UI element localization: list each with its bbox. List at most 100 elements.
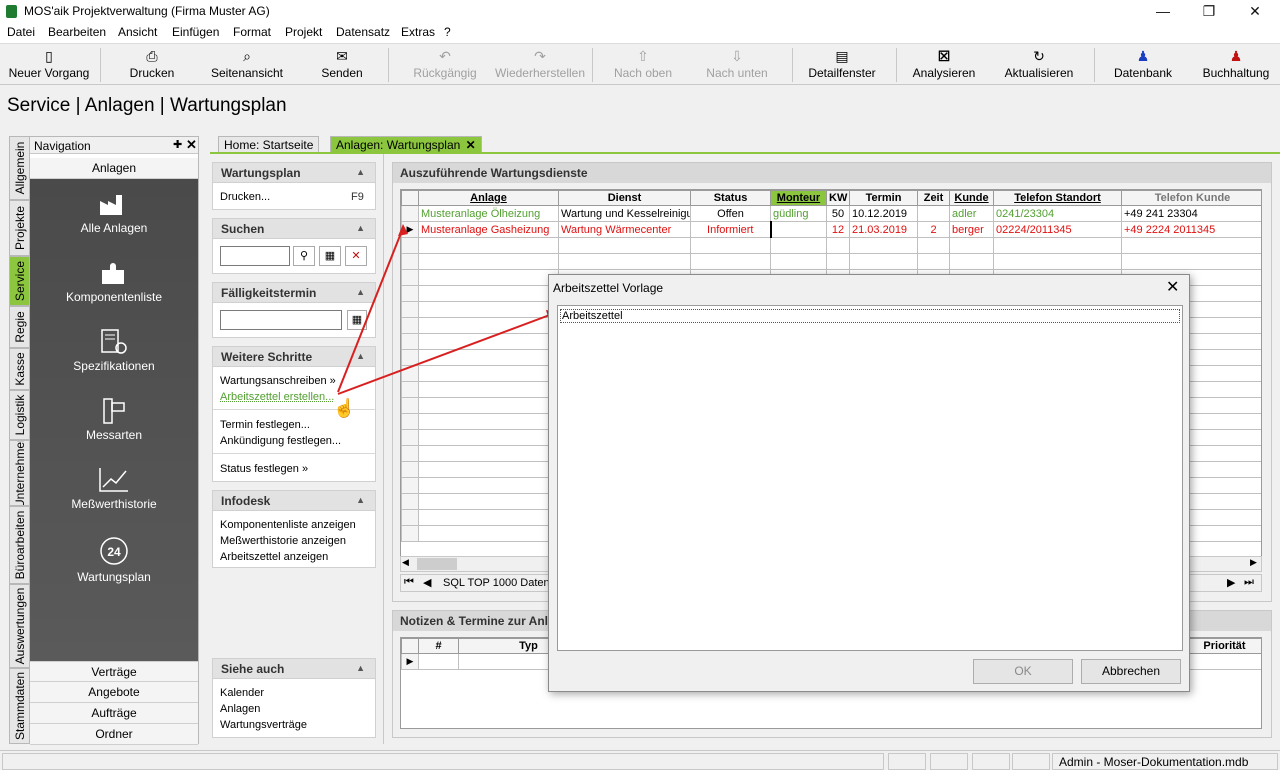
nav-category-anlagen[interactable]: Anlagen <box>30 158 198 179</box>
seitenansicht-button[interactable]: ⌕ Seitenansicht <box>200 44 294 85</box>
close-icon[interactable]: ✕ <box>186 137 197 153</box>
pin-icon[interactable]: ✚ <box>173 138 182 151</box>
cell-termin[interactable]: 10.12.2019 <box>849 205 918 222</box>
vtab-allgemein[interactable]: Allgemein <box>9 136 29 200</box>
due-date-input[interactable] <box>220 310 342 330</box>
vtab-stammdaten[interactable]: Stammdaten <box>9 668 29 744</box>
nav-item-spezifikationen[interactable]: Spezifikationen <box>30 329 198 395</box>
first-record-icon[interactable]: ⏮ <box>404 576 414 589</box>
collapse-icon[interactable]: ▲ <box>356 167 365 177</box>
menu-ansicht[interactable]: Ansicht <box>118 25 157 39</box>
cell-dienst[interactable]: Wartung und Kesselreinigung <box>558 205 691 222</box>
nav-item-komponentenliste[interactable]: Komponentenliste <box>30 260 198 326</box>
nach-oben-button[interactable]: ⇧ Nach oben <box>604 44 682 85</box>
drucken-button[interactable]: ⎙ Drucken <box>112 44 192 85</box>
cell-telefon-standort[interactable]: 02224/2011345 <box>993 221 1122 238</box>
cell-zeit[interactable] <box>917 205 950 222</box>
collapse-icon[interactable]: ▲ <box>356 287 365 297</box>
table-row[interactable]: ▶ Musteranlage Gasheizung Wartung Wärmec… <box>401 221 1261 238</box>
buchhaltung-button[interactable]: ♟ Buchhaltung <box>1196 44 1276 85</box>
vtab-kasse[interactable]: Kasse <box>9 348 29 390</box>
aktualisieren-button[interactable]: ↻ Aktualisieren <box>998 44 1080 85</box>
cell-termin[interactable]: 21.03.2019 <box>849 221 918 238</box>
drucken-link[interactable]: Drucken... <box>220 191 270 203</box>
cell-status[interactable]: Informiert <box>690 221 771 238</box>
row-selector-current-icon[interactable]: ▶ <box>401 653 419 670</box>
arbeitszettel-erstellen-link[interactable]: Arbeitszettel erstellen... <box>220 391 334 403</box>
last-record-icon[interactable]: ⏭ <box>1244 576 1254 589</box>
abbrechen-button[interactable]: Abbrechen <box>1081 659 1181 684</box>
cell-kunde[interactable]: adler <box>949 205 994 222</box>
nav-item-messwerthistorie[interactable]: Meßwerthistorie <box>30 467 198 533</box>
next-record-icon[interactable]: ▶ <box>1227 576 1235 589</box>
cell-anlage[interactable]: Musteranlage Ölheizung <box>418 205 559 222</box>
task-header[interactable]: Siehe auch ▲ <box>213 659 375 679</box>
neuer-vorgang-button[interactable]: ▯ Neuer Vorgang <box>2 44 96 85</box>
nav-category-angebote[interactable]: Angebote <box>30 682 198 703</box>
cell-anlage[interactable]: Musteranlage Gasheizung <box>418 221 559 238</box>
task-header[interactable]: Fälligkeitstermin ▲ <box>213 283 375 303</box>
scroll-right-icon[interactable]: ▶ <box>1250 557 1257 568</box>
cell-telefon-kunde[interactable]: +49 2224 2011345 <box>1121 221 1261 238</box>
cell-kunde[interactable]: berger <box>949 221 994 238</box>
analysieren-button[interactable]: ☒ Analysieren <box>906 44 982 85</box>
table-row[interactable]: Musteranlage Ölheizung Wartung und Kesse… <box>401 205 1261 222</box>
dialog-close-icon[interactable]: ✕ <box>1166 277 1179 297</box>
scrollbar-thumb[interactable] <box>417 558 457 570</box>
menu-bearbeiten[interactable]: Bearbeiten <box>48 25 106 39</box>
ok-button[interactable]: OK <box>973 659 1073 684</box>
cell-status[interactable]: Offen <box>690 205 771 222</box>
nach-unten-button[interactable]: ⇩ Nach unten <box>698 44 776 85</box>
col-monteur[interactable]: Monteur <box>770 190 827 206</box>
col-telefon-kunde[interactable]: Telefon Kunde <box>1121 190 1261 206</box>
task-header[interactable]: Weitere Schritte ▲ <box>213 347 375 367</box>
vtab-auswertungen[interactable]: Auswertungen <box>9 584 29 668</box>
wiederherstellen-button[interactable]: ↷ Wiederherstellen <box>492 44 588 85</box>
col-number[interactable]: # <box>418 638 459 654</box>
filter-apply-icon[interactable]: ⚲ <box>293 246 315 266</box>
filter-table-icon[interactable]: ▦ <box>319 246 341 266</box>
nav-item-messarten[interactable]: Messarten <box>30 398 198 464</box>
menu-datei[interactable]: Datei <box>7 25 35 39</box>
rueckgaengig-button[interactable]: ↶ Rückgängig <box>402 44 488 85</box>
nav-category-auftraege[interactable]: Aufträge <box>30 703 198 724</box>
row-selector[interactable] <box>401 205 419 222</box>
arbeitszettel-anzeigen-link[interactable]: Arbeitszettel anzeigen <box>220 551 328 563</box>
vtab-unternehmer[interactable]: Unternehmer <box>9 440 29 506</box>
menu-help[interactable]: ? <box>444 25 451 39</box>
task-header[interactable]: Infodesk ▲ <box>213 491 375 511</box>
vtab-logistik[interactable]: Logistik <box>9 390 29 440</box>
nav-category-ordner[interactable]: Ordner <box>30 724 198 745</box>
close-tab-icon[interactable]: ✕ <box>466 138 476 152</box>
vtab-bueroarbeiten[interactable]: Büroarbeiten <box>9 506 29 584</box>
filter-clear-icon[interactable]: ✕ <box>345 246 367 266</box>
task-header[interactable]: Suchen ▲ <box>213 219 375 239</box>
collapse-icon[interactable]: ▲ <box>356 351 365 361</box>
cell-kw[interactable]: 50 <box>826 205 850 222</box>
col-status[interactable]: Status <box>690 190 771 206</box>
kalender-link[interactable]: Kalender <box>220 687 264 699</box>
minimize-button[interactable]: — <box>1140 0 1186 23</box>
search-input[interactable] <box>220 246 290 266</box>
komponentenliste-anzeigen-link[interactable]: Komponentenliste anzeigen <box>220 519 356 531</box>
col-dienst[interactable]: Dienst <box>558 190 691 206</box>
menu-extras[interactable]: Extras <box>401 25 435 39</box>
ankuendigung-festlegen-link[interactable]: Ankündigung festlegen... <box>220 435 341 447</box>
template-list[interactable]: Arbeitszettel <box>557 305 1183 651</box>
vtab-regie[interactable]: Regie <box>9 306 29 348</box>
senden-button[interactable]: ✉ Senden <box>306 44 378 85</box>
col-termin[interactable]: Termin <box>849 190 918 206</box>
calendar-icon[interactable]: ▦ <box>347 310 367 330</box>
maximize-button[interactable]: ❐ <box>1186 0 1232 23</box>
menu-format[interactable]: Format <box>233 25 271 39</box>
cell-monteur[interactable]: güdling <box>770 205 827 222</box>
wartungsvertraege-link[interactable]: Wartungsverträge <box>220 719 307 731</box>
menu-einfuegen[interactable]: Einfügen <box>172 25 219 39</box>
nav-category-vertraege[interactable]: Verträge <box>30 661 198 682</box>
col-kunde[interactable]: Kunde <box>949 190 994 206</box>
status-festlegen-link[interactable]: Status festlegen » <box>220 463 308 475</box>
col-prioritaet[interactable]: Priorität <box>1185 638 1261 654</box>
wartungsanschreiben-link[interactable]: Wartungsanschreiben » <box>220 375 336 387</box>
col-kw[interactable]: KW <box>826 190 850 206</box>
cell-telefon-standort[interactable]: 0241/23304 <box>993 205 1122 222</box>
